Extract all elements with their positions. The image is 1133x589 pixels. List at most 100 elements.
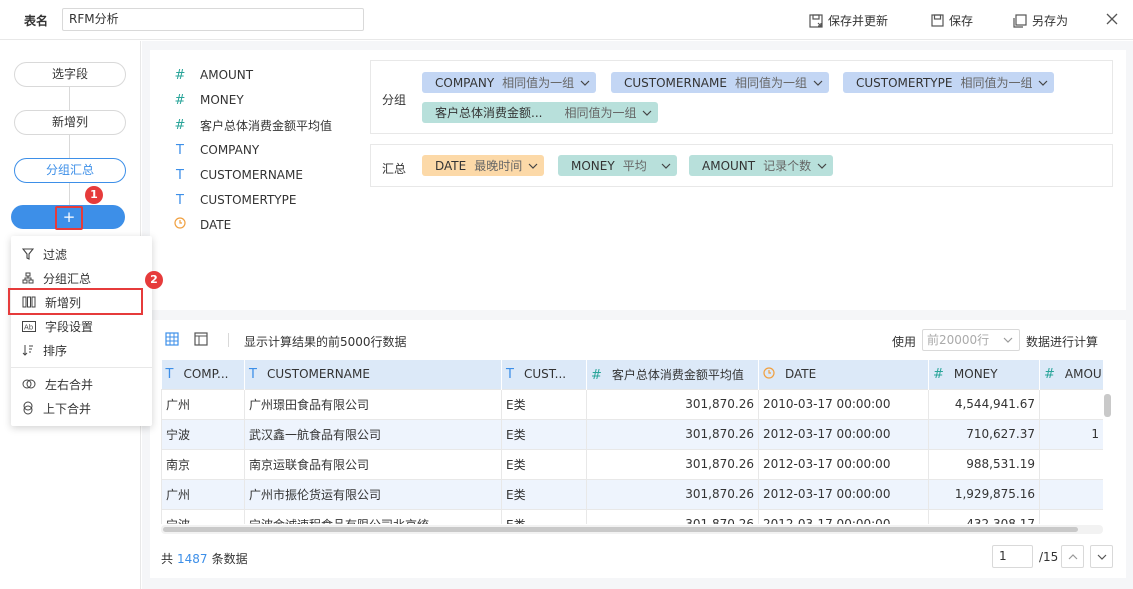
annotation-badge-1: 1	[85, 186, 103, 204]
prev-page-button[interactable]	[1061, 545, 1084, 568]
table-row: 南京 南京运联食品有限公司 E类 301,870.26 2012-03-17 0…	[161, 448, 1103, 480]
column-header-label: CUST...	[523, 366, 567, 381]
menu-label-add-column: 新增列	[45, 295, 82, 310]
table-cell: 301,870.26	[586, 418, 759, 450]
table-cell: E类	[501, 508, 587, 524]
chip-mode: 相同值为一组	[960, 76, 1033, 90]
column-header[interactable]: # 客户总体消费金额平均值	[586, 360, 759, 389]
table-cell: 301,870.26	[586, 388, 759, 420]
menu-item-merge-top-bottom[interactable]: 上下合并	[11, 396, 152, 420]
chip-mode: 记录个数	[763, 159, 812, 173]
table-name-input[interactable]: RFM分析	[62, 8, 364, 31]
menu-label-filter: 过滤	[43, 247, 68, 262]
column-header[interactable]: DATE	[758, 360, 929, 389]
menu-label-sort: 排序	[43, 343, 68, 358]
save-button[interactable]: 保存	[931, 12, 973, 29]
menu-item-sort[interactable]: 排序	[11, 338, 152, 362]
add-step-plus[interactable]: +	[55, 206, 83, 230]
step-connector	[69, 87, 70, 210]
field-item-company[interactable]: T COMPANY	[172, 142, 259, 158]
number-field-icon: #	[174, 117, 186, 133]
menu-item-merge-left-right[interactable]: 左右合并	[11, 372, 152, 396]
table-cell: E类	[501, 388, 587, 420]
menu-item-field-settings[interactable]: Ab 字段设置	[11, 314, 152, 338]
toolbar-divider	[228, 333, 229, 347]
text-column-icon: T	[249, 366, 257, 382]
group-chip-customertype[interactable]: CUSTOMERTYPE 相同值为一组	[843, 72, 1055, 93]
table-cell: 南京运联食品有限公司	[244, 448, 502, 480]
number-field-icon: #	[174, 67, 186, 83]
page-number-input[interactable]: 1	[992, 545, 1033, 568]
chip-name: MONEY	[571, 158, 615, 173]
table-cell	[1039, 448, 1103, 480]
field-item-avg-spend[interactable]: # 客户总体消费金额平均值	[172, 117, 332, 133]
menu-item-group-summary[interactable]: 分组汇总	[11, 266, 152, 290]
field-item-money[interactable]: # MONEY	[172, 92, 244, 108]
summary-chip-amount[interactable]: AMOUNT 记录个数	[689, 155, 834, 176]
table-cell: 广州市振伦货运有限公司	[244, 478, 502, 510]
column-header-label: COMP...	[183, 366, 229, 381]
table-cell: 宁波金诚速程食品有限公司北京统	[244, 508, 502, 524]
menu-label-group-summary: 分组汇总	[43, 271, 92, 286]
column-header[interactable]: T CUSTOMERNAME	[244, 360, 502, 389]
column-header[interactable]: T COMP...	[161, 360, 245, 389]
number-column-icon: #	[933, 366, 944, 382]
annotation-badge-2: 2	[145, 271, 163, 289]
record-count-prefix: 共	[161, 552, 174, 566]
column-header-label: DATE	[785, 367, 817, 382]
close-icon[interactable]	[1105, 12, 1119, 26]
rows-select[interactable]: 前20000行	[922, 329, 1020, 351]
step-group-summary[interactable]: 分组汇总	[14, 158, 126, 183]
field-item-customertype[interactable]: T CUSTOMERTYPE	[172, 192, 296, 208]
column-header-label: CUSTOMERNAME	[266, 366, 370, 381]
table-cell: 南京	[161, 448, 245, 480]
column-header[interactable]: # MONEY	[928, 360, 1040, 389]
table-cell: 宁波	[161, 418, 245, 450]
summary-chip-date[interactable]: DATE 最晚时间	[422, 155, 545, 176]
table-row: 广州 广州市振伦货运有限公司 E类 301,870.26 2012-03-17 …	[161, 478, 1103, 510]
column-header[interactable]: T CUST...	[501, 360, 587, 389]
number-column-icon: #	[1044, 366, 1055, 382]
table-cell	[1039, 478, 1103, 510]
column-header[interactable]: # AMOU	[1039, 360, 1103, 389]
next-page-button[interactable]	[1090, 545, 1113, 568]
menu-label-field-settings: 字段设置	[45, 319, 94, 334]
field-item-amount[interactable]: # AMOUNT	[172, 67, 254, 83]
layout-view-icon[interactable]	[194, 332, 208, 346]
menu-item-add-column[interactable]: 新增列	[11, 290, 152, 314]
save-and-update-label: 保存并更新	[828, 14, 889, 28]
chevron-down-icon	[643, 110, 652, 116]
chevron-up-icon	[1068, 553, 1077, 559]
horizontal-scrollbar-thumb[interactable]	[163, 527, 1078, 532]
vertical-scrollbar-thumb[interactable]	[1104, 394, 1111, 417]
table-cell: 710,627.37	[928, 418, 1040, 450]
field-item-date[interactable]: DATE	[172, 217, 231, 233]
field-name: MONEY	[200, 93, 244, 107]
table-cell: 432,308.17	[928, 508, 1040, 524]
table-cell: 2012-03-17 00:00:00	[758, 478, 929, 510]
horizontal-scrollbar[interactable]	[161, 525, 1103, 534]
step-add-column[interactable]: 新增列	[14, 110, 126, 135]
step-select-fields[interactable]: 选字段	[14, 62, 126, 87]
group-box: 分组 COMPANY 相同值为一组 CUSTOMERNAME 相同值为一组 CU…	[370, 60, 1113, 134]
summary-chip-money[interactable]: MONEY 平均	[558, 155, 677, 176]
group-chip-company[interactable]: COMPANY 相同值为一组	[422, 72, 597, 93]
save-as-button[interactable]: 另存为	[1013, 12, 1068, 29]
table-cell	[1039, 388, 1103, 420]
group-chip-avg-spend[interactable]: 客户总体消费金额... 相同值为一组	[422, 102, 659, 123]
menu-item-filter[interactable]: 过滤	[11, 242, 152, 266]
total-pages: /15	[1039, 550, 1059, 564]
number-column-icon: #	[591, 367, 602, 383]
table-cell: 2010-03-17 00:00:00	[758, 388, 929, 420]
table-cell: 宁波	[161, 508, 245, 524]
table-cell: E类	[501, 418, 587, 450]
menu-divider	[11, 367, 152, 368]
chevron-down-icon	[661, 163, 671, 169]
save-update-icon	[809, 13, 823, 28]
field-name: DATE	[200, 218, 232, 232]
field-item-customername[interactable]: T CUSTOMERNAME	[172, 167, 303, 183]
summary-label: 汇总	[382, 162, 407, 176]
group-chip-customername[interactable]: CUSTOMERNAME 相同值为一组	[611, 72, 829, 93]
table-view-icon[interactable]	[165, 332, 179, 346]
save-and-update-button[interactable]: 保存并更新	[809, 12, 888, 29]
